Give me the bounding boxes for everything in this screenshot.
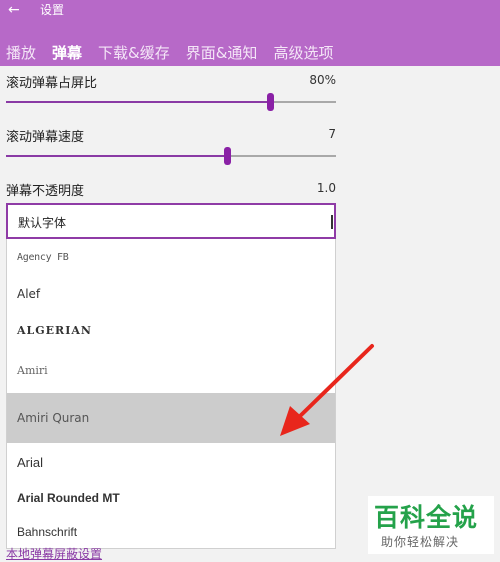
opacity-value: 1.0 — [316, 181, 336, 195]
tab-advanced[interactable]: 高级选项 — [273, 40, 333, 66]
screen-ratio-slider-fill — [6, 101, 270, 103]
back-arrow-icon[interactable]: ← — [8, 0, 26, 20]
page-title: 设置 — [40, 3, 65, 17]
tab-interface-notify[interactable]: 界面&通知 — [186, 40, 258, 66]
watermark-subtitle: 助你轻松解决 — [381, 535, 460, 549]
tab-download-cache[interactable]: 下载&缓存 — [98, 40, 170, 66]
tab-playback[interactable]: 播放 — [6, 40, 36, 66]
watermark-title: 百科全说 — [374, 503, 479, 532]
speed-slider-fill — [6, 155, 227, 157]
screen-ratio-slider[interactable] — [6, 93, 336, 111]
local-danmaku-block-link[interactable]: 本地弹幕屏蔽设置 — [6, 545, 102, 562]
font-option-arial-rounded-mt[interactable]: Arial Rounded MT — [7, 481, 335, 515]
opacity-label: 弹幕不透明度 — [6, 184, 85, 199]
font-dropdown-selected: 默认字体 — [18, 216, 67, 230]
speed-value: 7 — [328, 127, 336, 141]
tab-bar: 播放 弹幕 下载&缓存 界面&通知 高级选项 — [0, 40, 343, 66]
red-arrow-annotation-icon — [280, 344, 374, 436]
font-option-bahnschrift[interactable]: Bahnschrift — [7, 515, 335, 549]
text-caret — [331, 215, 333, 229]
font-option-alef[interactable]: Alef — [7, 275, 335, 313]
screen-ratio-label: 滚动弹幕占屏比 — [6, 76, 98, 91]
font-option-arial[interactable]: Arial — [7, 443, 335, 481]
speed-slider-thumb[interactable] — [224, 147, 231, 165]
screen-ratio-value: 80% — [309, 73, 336, 87]
font-dropdown[interactable]: 默认字体 — [6, 203, 336, 239]
app-header: ← 设置 播放 弹幕 下载&缓存 界面&通知 高级选项 — [0, 0, 500, 66]
watermark-logo: 百科全说 助你轻松解决 — [368, 496, 494, 554]
screen-ratio-slider-thumb[interactable] — [267, 93, 274, 111]
speed-slider[interactable] — [6, 147, 336, 165]
font-option-agency-fb[interactable]: Agency FB — [7, 239, 335, 275]
tab-danmaku[interactable]: 弹幕 — [52, 40, 82, 66]
speed-label: 滚动弹幕速度 — [6, 130, 85, 145]
